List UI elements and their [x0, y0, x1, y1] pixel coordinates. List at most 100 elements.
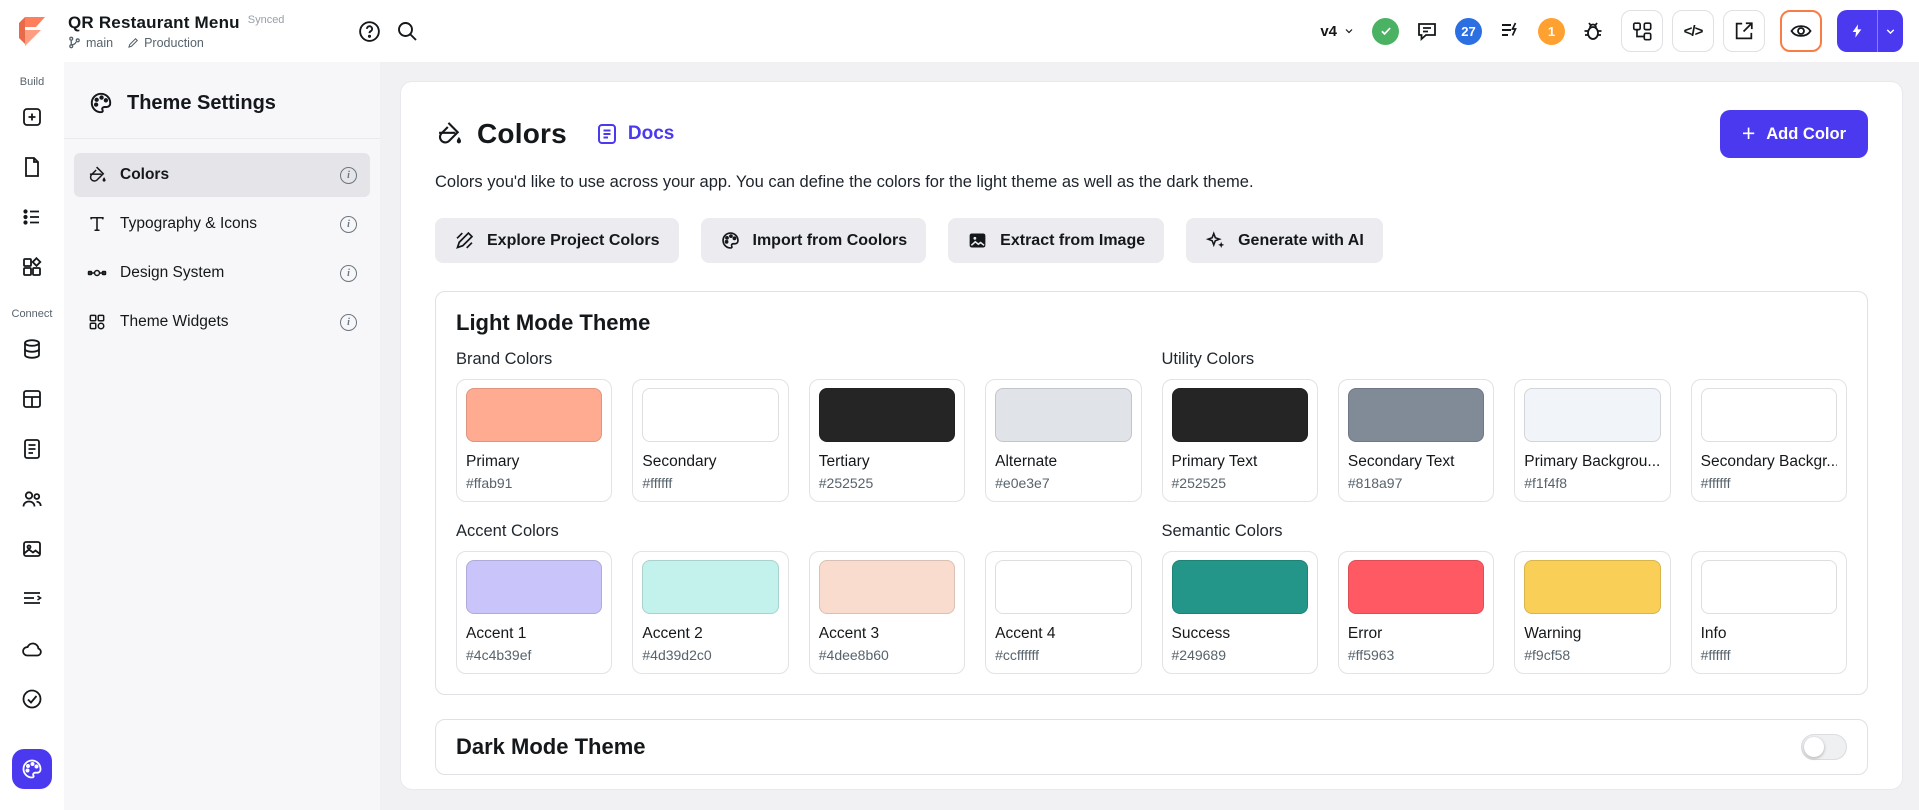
color-preview — [1172, 560, 1308, 614]
page-icon — [20, 155, 44, 179]
environment-selector[interactable]: Production — [127, 36, 204, 50]
sidebar-item-typography[interactable]: Typography & Icons i — [74, 202, 370, 246]
color-name: Accent 1 — [466, 625, 602, 643]
color-swatch-error[interactable]: Error #ff5963 — [1338, 551, 1494, 674]
info-icon[interactable]: i — [340, 167, 357, 184]
rail-item-pages[interactable] — [12, 147, 52, 187]
help-button[interactable] — [350, 12, 388, 50]
eye-icon — [1789, 19, 1813, 43]
chevron-down-icon — [1884, 25, 1897, 38]
group-header-semantic: Semantic Colors — [1162, 522, 1848, 541]
action-label: Explore Project Colors — [487, 232, 660, 250]
color-swatch-primary[interactable]: Primary #ffab91 — [456, 379, 612, 502]
sync-status-badge[interactable] — [1372, 18, 1399, 45]
rail-item-media[interactable] — [12, 529, 52, 569]
sidebar-item-theme-widgets[interactable]: Theme Widgets i — [74, 300, 370, 344]
widget-tree-button[interactable] — [1621, 10, 1663, 52]
rail-item-widget-palette[interactable] — [12, 97, 52, 137]
rail-item-api[interactable] — [12, 379, 52, 419]
color-swatch-accent-2[interactable]: Accent 2 #4d39d2c0 — [632, 551, 788, 674]
color-swatch-accent-4[interactable]: Accent 4 #ccffffff — [985, 551, 1141, 674]
color-hex: #ffffff — [1701, 475, 1837, 491]
flutterflow-logo[interactable] — [12, 11, 52, 51]
color-swatch-accent-1[interactable]: Accent 1 #4c4b39ef — [456, 551, 612, 674]
rail-item-deploy[interactable] — [12, 629, 52, 669]
run-button[interactable] — [1837, 10, 1877, 52]
color-swatch-secondary-background[interactable]: Secondary Backgr... #ffffff — [1691, 379, 1847, 502]
design-system-icon — [87, 263, 107, 283]
color-swatch-info[interactable]: Info #ffffff — [1691, 551, 1847, 674]
theme-settings-sidebar: Theme Settings Colors i Typography & Ico… — [64, 62, 380, 810]
color-name: Primary Backgrou... — [1524, 453, 1660, 471]
rail-item-automations[interactable] — [12, 579, 52, 619]
color-swatch-primary-background[interactable]: Primary Backgrou... #f1f4f8 — [1514, 379, 1670, 502]
search-icon — [395, 19, 419, 43]
issues-badge[interactable]: 27 — [1455, 18, 1482, 45]
color-name: Secondary Backgr... — [1701, 453, 1837, 471]
color-preview — [642, 560, 778, 614]
sidebar-item-label: Theme Widgets — [120, 313, 229, 331]
sidebar-item-label: Design System — [120, 264, 224, 282]
version-dropdown[interactable]: v4 — [1312, 17, 1363, 46]
explore-project-colors-button[interactable]: Explore Project Colors — [435, 218, 679, 263]
plus-icon: + — [1742, 122, 1755, 145]
color-hex: #4c4b39ef — [466, 647, 602, 663]
color-swatch-accent-3[interactable]: Accent 3 #4dee8b60 — [809, 551, 965, 674]
users-icon — [20, 487, 44, 511]
database-icon — [20, 337, 44, 361]
sidebar-title: Theme Settings — [127, 92, 276, 115]
rail-item-widget-tree[interactable] — [12, 197, 52, 237]
color-swatch-secondary-text[interactable]: Secondary Text #818a97 — [1338, 379, 1494, 502]
run-options-button[interactable] — [1877, 10, 1903, 52]
color-name: Success — [1172, 625, 1308, 643]
top-bar: QR Restaurant Menu Synced main Productio… — [0, 0, 1919, 62]
rail-item-components[interactable] — [12, 247, 52, 287]
color-swatch-warning[interactable]: Warning #f9cf58 — [1514, 551, 1670, 674]
logo-icon — [15, 14, 49, 48]
debug-button[interactable] — [1574, 12, 1612, 50]
light-mode-title: Light Mode Theme — [456, 310, 1847, 336]
paint-bucket-icon — [87, 165, 107, 185]
info-icon[interactable]: i — [340, 314, 357, 331]
rail-item-files[interactable] — [12, 429, 52, 469]
color-swatch-alternate[interactable]: Alternate #e0e3e7 — [985, 379, 1141, 502]
sidebar-item-label: Typography & Icons — [120, 215, 257, 233]
comments-button[interactable] — [1408, 12, 1446, 50]
color-name: Primary — [466, 453, 602, 471]
rail-item-users[interactable] — [12, 479, 52, 519]
dark-mode-toggle[interactable] — [1801, 734, 1847, 760]
add-color-button[interactable]: + Add Color — [1720, 110, 1868, 158]
notifications-badge[interactable]: 1 — [1538, 18, 1565, 45]
color-grid: Brand Colors Utility Colors Primary #ffa… — [456, 350, 1847, 674]
info-icon[interactable]: i — [340, 216, 357, 233]
nav-rail: Build Connect — [0, 62, 64, 810]
branch-selector[interactable]: main — [68, 36, 113, 50]
search-button[interactable] — [388, 12, 426, 50]
sidebar-item-colors[interactable]: Colors i — [74, 153, 370, 197]
info-icon[interactable]: i — [340, 265, 357, 282]
color-hex: #818a97 — [1348, 475, 1484, 491]
sidebar-item-label: Colors — [120, 166, 169, 184]
color-swatch-secondary[interactable]: Secondary #ffffff — [632, 379, 788, 502]
extract-from-image-button[interactable]: Extract from Image — [948, 218, 1164, 263]
rail-item-theme-settings[interactable] — [12, 749, 52, 789]
project-info: QR Restaurant Menu Synced main Productio… — [68, 13, 284, 50]
rail-item-database[interactable] — [12, 329, 52, 369]
panel-header: Colors Docs + Add Color — [435, 110, 1868, 158]
color-swatch-success[interactable]: Success #249689 — [1162, 551, 1318, 674]
color-swatch-tertiary[interactable]: Tertiary #252525 — [809, 379, 965, 502]
dark-mode-section: Dark Mode Theme — [435, 719, 1868, 775]
color-swatch-primary-text[interactable]: Primary Text #252525 — [1162, 379, 1318, 502]
color-name: Secondary — [642, 453, 778, 471]
preview-button[interactable] — [1780, 10, 1822, 52]
import-from-coolors-button[interactable]: Import from Coolors — [701, 218, 927, 263]
generate-with-ai-button[interactable]: Generate with AI — [1186, 218, 1383, 263]
pencil-icon — [127, 37, 139, 49]
quick-actions-button[interactable] — [1491, 12, 1529, 50]
sidebar-item-design-system[interactable]: Design System i — [74, 251, 370, 295]
rail-item-checks[interactable] — [12, 679, 52, 719]
view-code-button[interactable]: </> — [1672, 10, 1714, 52]
light-mode-section: Light Mode Theme Brand Colors Utility Co… — [435, 291, 1868, 695]
share-button[interactable] — [1723, 10, 1765, 52]
docs-link[interactable]: Docs — [595, 122, 674, 146]
